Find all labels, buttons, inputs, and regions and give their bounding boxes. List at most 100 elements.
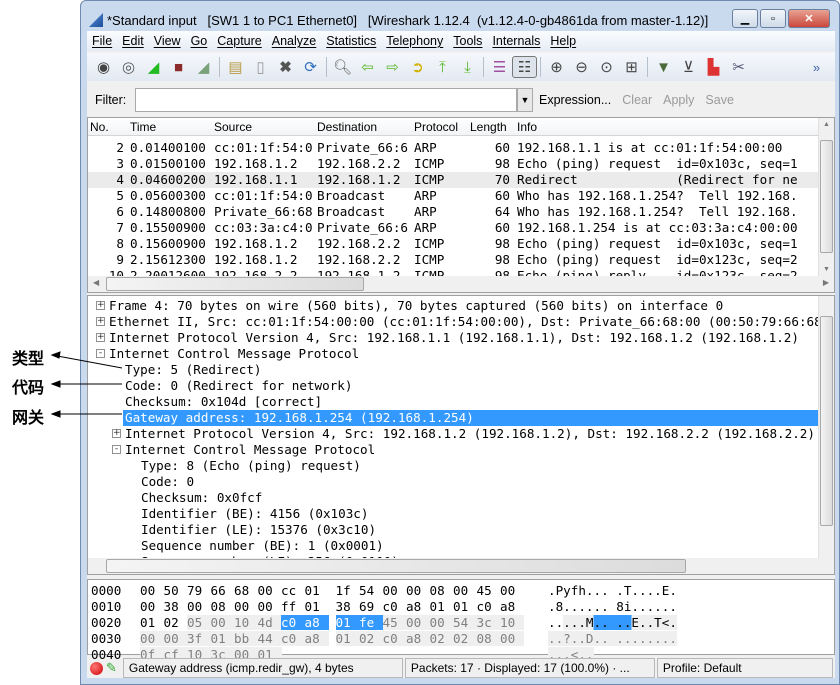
hex-byte[interactable]: 68 (234, 583, 258, 598)
hex-byte[interactable]: 00 (383, 583, 407, 598)
column-info[interactable]: Info (517, 120, 537, 134)
apply-button[interactable]: Apply (663, 93, 694, 107)
hex-byte[interactable]: 00 (500, 631, 524, 646)
interfaces-icon[interactable]: ◉ (91, 56, 116, 78)
hex-byte[interactable]: 00 (140, 631, 164, 646)
expand-icon[interactable]: + (96, 317, 105, 326)
capture-comment-icon[interactable]: ✎ (106, 660, 117, 676)
hex-byte[interactable]: 00 (500, 583, 524, 598)
stop-capture-icon[interactable]: ■ (166, 56, 191, 78)
forward-icon[interactable]: ⇨ (380, 56, 405, 78)
column-destination[interactable]: Destination (317, 120, 377, 134)
hex-byte[interactable]: 02 (164, 615, 188, 630)
filter-dropdown-button[interactable]: ▼ (517, 88, 533, 112)
filter-input[interactable] (135, 88, 517, 112)
hex-byte[interactable]: 01 (305, 583, 329, 598)
hex-byte[interactable]: a8 (304, 631, 329, 646)
detail-row[interactable]: Gateway address: 192.168.1.254 (192.168.… (123, 410, 818, 426)
detail-row[interactable]: Code: 0 (88, 474, 818, 490)
hex-byte[interactable]: 54 (453, 615, 477, 630)
hex-byte[interactable]: a8 (304, 615, 329, 630)
hex-byte[interactable]: c0 (383, 599, 407, 614)
hex-byte[interactable]: 79 (187, 583, 211, 598)
hex-byte[interactable]: ff (281, 599, 305, 614)
hex-byte[interactable]: 00 (234, 599, 258, 614)
collapse-icon[interactable]: - (112, 445, 121, 454)
save-button[interactable]: Save (705, 93, 734, 107)
hex-byte[interactable]: 38 (336, 599, 360, 614)
detail-row[interactable]: Identifier (BE): 4156 (0x103c) (88, 506, 818, 522)
display-filters-icon[interactable]: ⊻ (676, 56, 701, 78)
detail-row[interactable]: Checksum: 0x0fcf (88, 490, 818, 506)
hex-ascii[interactable]: ..?..D.. ........ (548, 631, 677, 646)
restart-capture-icon[interactable]: ◢ (191, 56, 216, 78)
hex-byte[interactable]: 4d (257, 615, 282, 630)
detail-row[interactable]: + Internet Protocol Version 4, Src: 192.1… (88, 426, 818, 442)
hex-byte[interactable]: 38 (164, 599, 188, 614)
menu-statistics[interactable]: Statistics (321, 34, 381, 48)
hex-byte[interactable]: 00 (187, 599, 211, 614)
hex-byte[interactable]: bb (234, 631, 258, 646)
hex-byte[interactable]: 69 (359, 599, 383, 614)
expand-icon[interactable]: + (96, 301, 105, 310)
colorize-icon[interactable]: ☰ (487, 56, 512, 78)
menu-analyze[interactable]: Analyze (267, 34, 321, 48)
hex-byte[interactable]: 01 (430, 599, 454, 614)
hex-byte[interactable]: 00 (140, 583, 164, 598)
detail-row[interactable]: Type: 8 (Echo (ping) request) (88, 458, 818, 474)
hex-byte[interactable]: 02 (429, 631, 454, 646)
hex-byte[interactable]: 10 (500, 615, 524, 630)
zoom-out-icon[interactable]: ⊖ (569, 56, 594, 78)
hex-byte[interactable]: fe (359, 615, 383, 630)
hex-byte[interactable]: 01 (305, 599, 329, 614)
hex-byte[interactable]: a8 (406, 631, 430, 646)
menu-file[interactable]: File (87, 34, 117, 48)
hex-byte[interactable]: 00 (140, 599, 164, 614)
collapse-icon[interactable]: - (96, 349, 105, 358)
packet-row[interactable]: 7 0.15500900 cc:03:3a:c4:0 Private_66:6 ARP 6… (88, 220, 818, 236)
options-icon[interactable]: ◎ (116, 56, 141, 78)
goto-icon[interactable]: ➲ (405, 56, 430, 78)
packet-row[interactable]: 3 0.01500100 192.168.1.2 192.168.2.2 ICMP 98 E… (88, 156, 818, 172)
first-packet-icon[interactable]: ⤒ (430, 56, 455, 78)
detail-row[interactable]: Identifier (LE): 15376 (0x3c10) (88, 522, 818, 538)
resize-columns-icon[interactable]: ⊞ (619, 56, 644, 78)
hex-byte[interactable]: c0 (281, 631, 305, 646)
column-length[interactable]: Length (470, 120, 507, 134)
start-capture-icon[interactable]: ◢ (141, 56, 166, 78)
expand-icon[interactable]: + (112, 429, 121, 438)
hex-byte[interactable]: 45 (382, 615, 407, 630)
hex-byte[interactable]: c0 (382, 631, 407, 646)
hex-byte[interactable]: 00 (429, 615, 454, 630)
hex-byte[interactable]: 10 (234, 615, 258, 630)
column-source[interactable]: Source (214, 120, 252, 134)
hex-byte[interactable]: 44 (257, 631, 282, 646)
column-time[interactable]: Time (130, 120, 156, 134)
menu-help[interactable]: Help (545, 34, 581, 48)
menu-go[interactable]: Go (186, 34, 213, 48)
capture-filters-icon[interactable]: ▼ (651, 56, 676, 78)
packet-row[interactable]: 4 0.04600200 192.168.1.1 192.168.1.2 ICMP 70 R… (88, 172, 818, 188)
packet-row[interactable]: 8 0.15600900 192.168.1.2 192.168.2.2 ICMP 98 E… (88, 236, 818, 252)
expand-icon[interactable]: + (96, 333, 105, 342)
coloring-rules-icon[interactable]: ▙ (701, 56, 726, 78)
detail-row[interactable]: + Frame 4: 70 bytes on wire (560 bits), 7… (88, 298, 818, 314)
hex-byte[interactable]: c0 (477, 599, 501, 614)
detail-row[interactable]: - Internet Control Message Protocol (88, 442, 818, 458)
close-button[interactable]: ✕ (788, 9, 830, 28)
hex-byte[interactable]: 08 (430, 583, 454, 598)
save-file-icon[interactable]: ▯ (248, 56, 273, 78)
hex-byte[interactable]: 08 (476, 631, 501, 646)
minimize-button[interactable]: ▁ (732, 9, 758, 28)
hex-byte[interactable]: 66 (211, 583, 235, 598)
hex-byte[interactable]: 02 (359, 631, 383, 646)
details-vscrollbar[interactable] (818, 296, 834, 558)
detail-row[interactable]: + Internet Protocol Version 4, Src: 192.1… (88, 330, 818, 346)
hex-byte[interactable]: 00 (258, 583, 282, 598)
maximize-button[interactable]: ▫ (760, 9, 786, 28)
menu-telephony[interactable]: Telephony (381, 34, 448, 48)
detail-row[interactable]: Checksum: 0x104d [correct] (88, 394, 818, 410)
hex-byte[interactable]: a8 (406, 599, 430, 614)
expert-info-icon[interactable] (90, 661, 103, 675)
hex-byte[interactable]: 01 (335, 615, 360, 630)
